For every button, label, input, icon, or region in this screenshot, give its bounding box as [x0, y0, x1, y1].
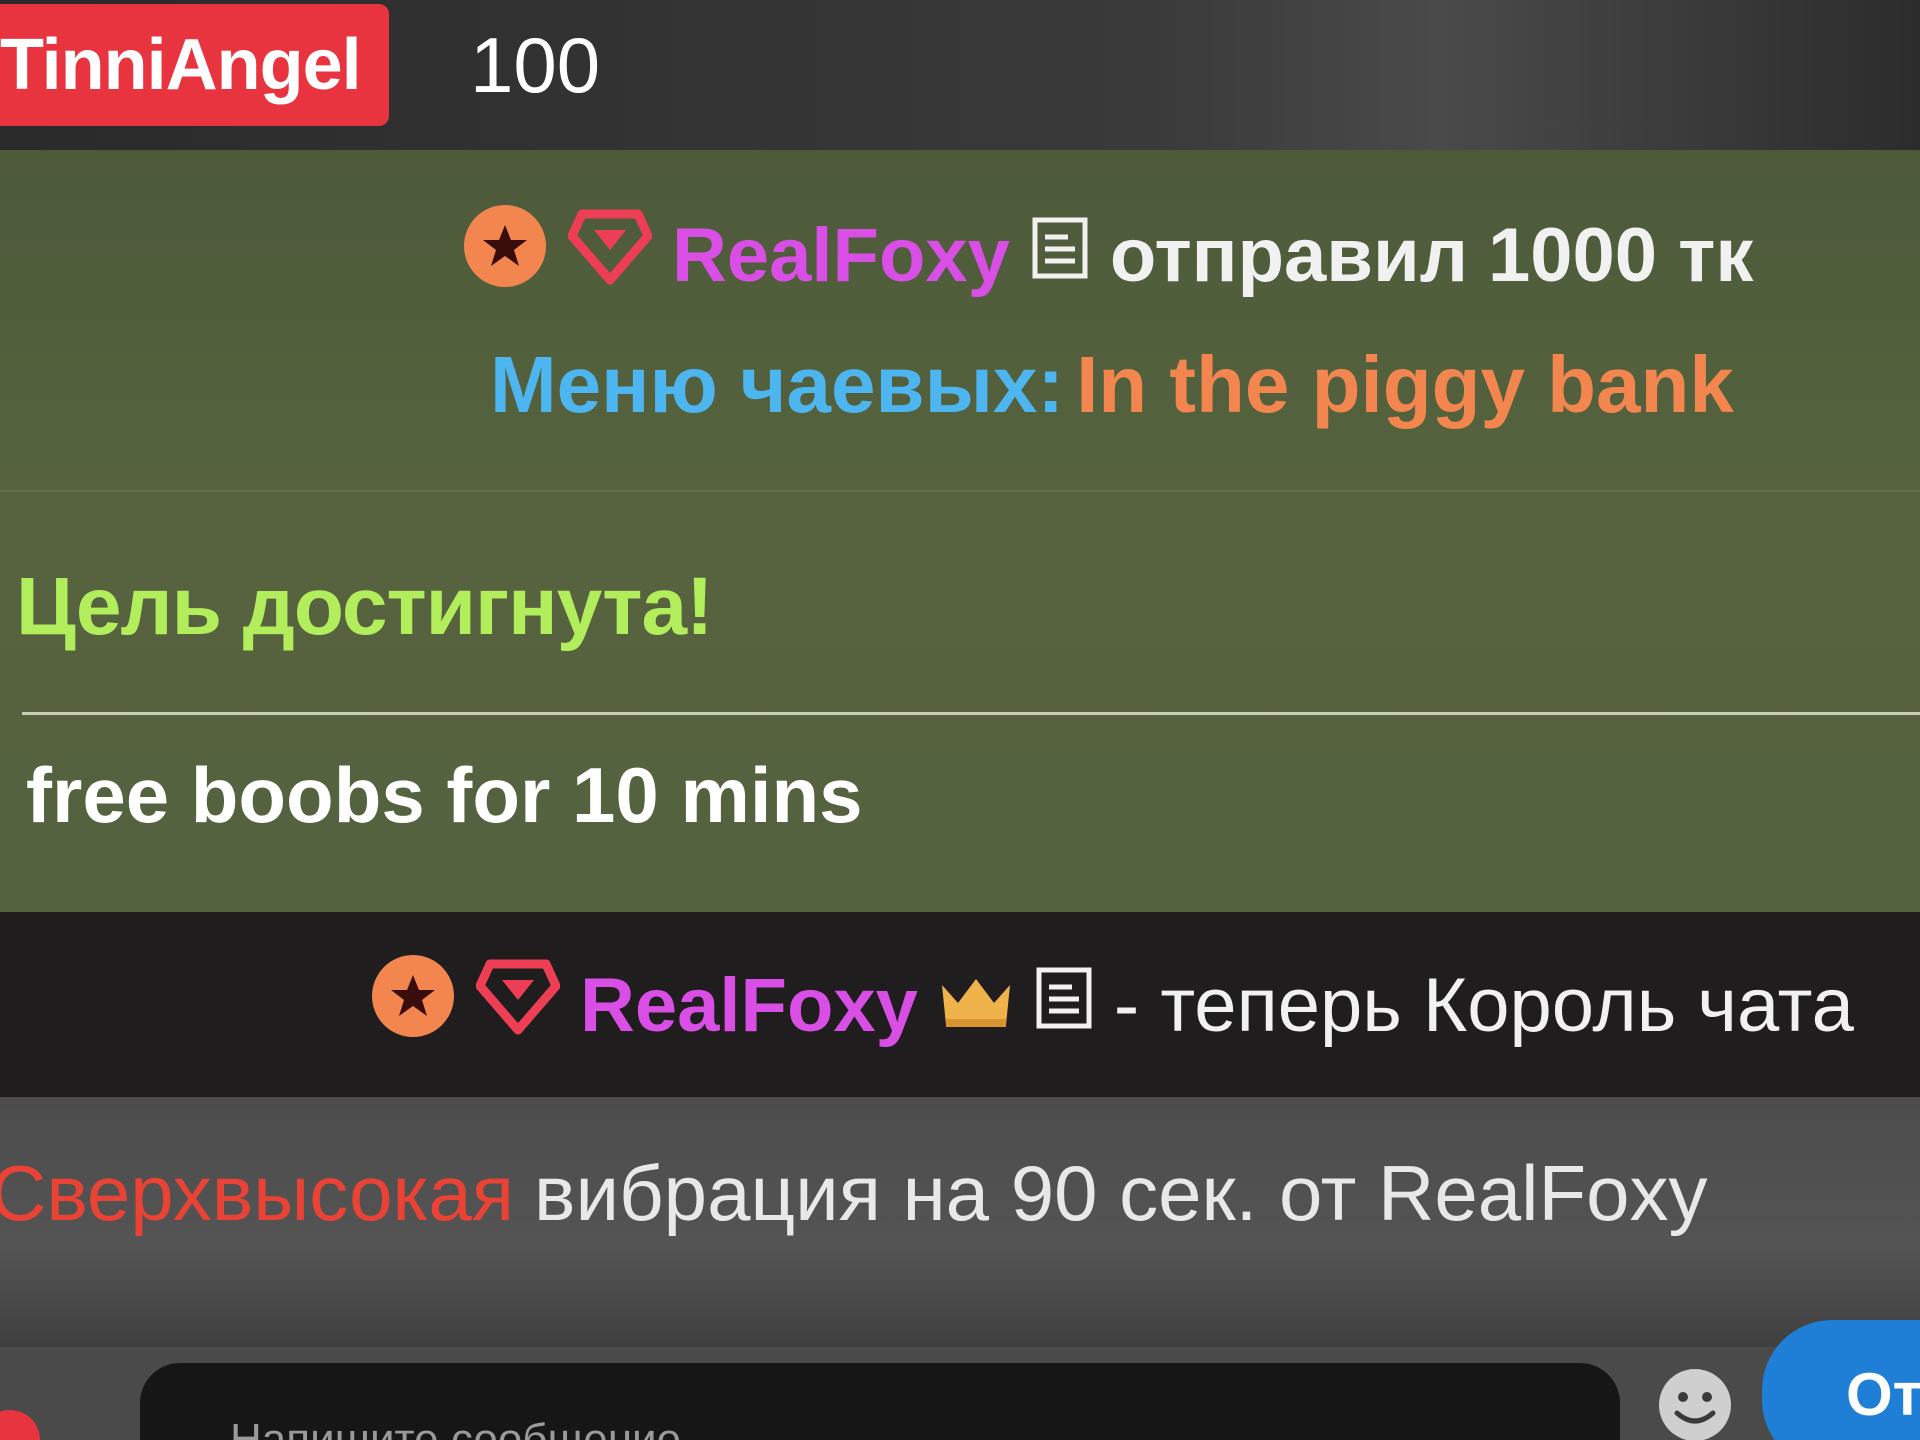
goal-description: free boobs for 10 mins: [26, 751, 863, 839]
notes-icon[interactable]: [1030, 212, 1090, 299]
send-button[interactable]: Отправить: [1762, 1320, 1920, 1440]
tip-menu-item: In the piggy bank: [1076, 340, 1734, 429]
emoji-icon[interactable]: [1655, 1365, 1735, 1440]
star-badge-icon: [370, 953, 456, 1057]
tip-menu-label: Меню чаевых:: [490, 340, 1065, 429]
top-user-name: TinniAngel: [0, 25, 362, 105]
king-text: - теперь Король чата: [1113, 962, 1854, 1048]
top-user-chip[interactable]: TinniAngel: [0, 4, 389, 126]
vibration-message-line: Сверхвысокая вибрация на 90 сек. от Real…: [0, 1128, 1708, 1258]
star-badge-icon: [462, 203, 548, 307]
message-input[interactable]: [140, 1363, 1620, 1440]
tip-menu-line: Меню чаевых: In the piggy bank: [490, 330, 1734, 440]
tip-message-line: RealFoxy отправил 1000 тк: [462, 195, 1753, 315]
king-username[interactable]: RealFoxy: [580, 962, 918, 1049]
diamond-icon: [567, 206, 653, 304]
king-message-line: RealFoxy - теперь Король чата: [370, 920, 1854, 1090]
tip-username[interactable]: RealFoxy: [672, 212, 1010, 299]
tip-action: отправил: [1109, 212, 1468, 298]
chat-screen: TinniAngel 100 RealFoxy отправил 1000 тк…: [0, 0, 1920, 1440]
vibration-level: Сверхвысокая: [0, 1148, 514, 1237]
top-user-amount: 100: [470, 20, 601, 109]
panel-separator: [0, 490, 1920, 492]
goal-status: Цель достигнута!: [16, 561, 713, 652]
notes-icon[interactable]: [1034, 962, 1094, 1049]
vibration-text: вибрация на 90 сек. от RealFoxy: [534, 1148, 1708, 1237]
crown-icon: [938, 962, 1014, 1049]
tip-amount: 1000 тк: [1488, 212, 1754, 298]
diamond-icon: [475, 956, 561, 1054]
goal-divider: [22, 712, 1920, 715]
